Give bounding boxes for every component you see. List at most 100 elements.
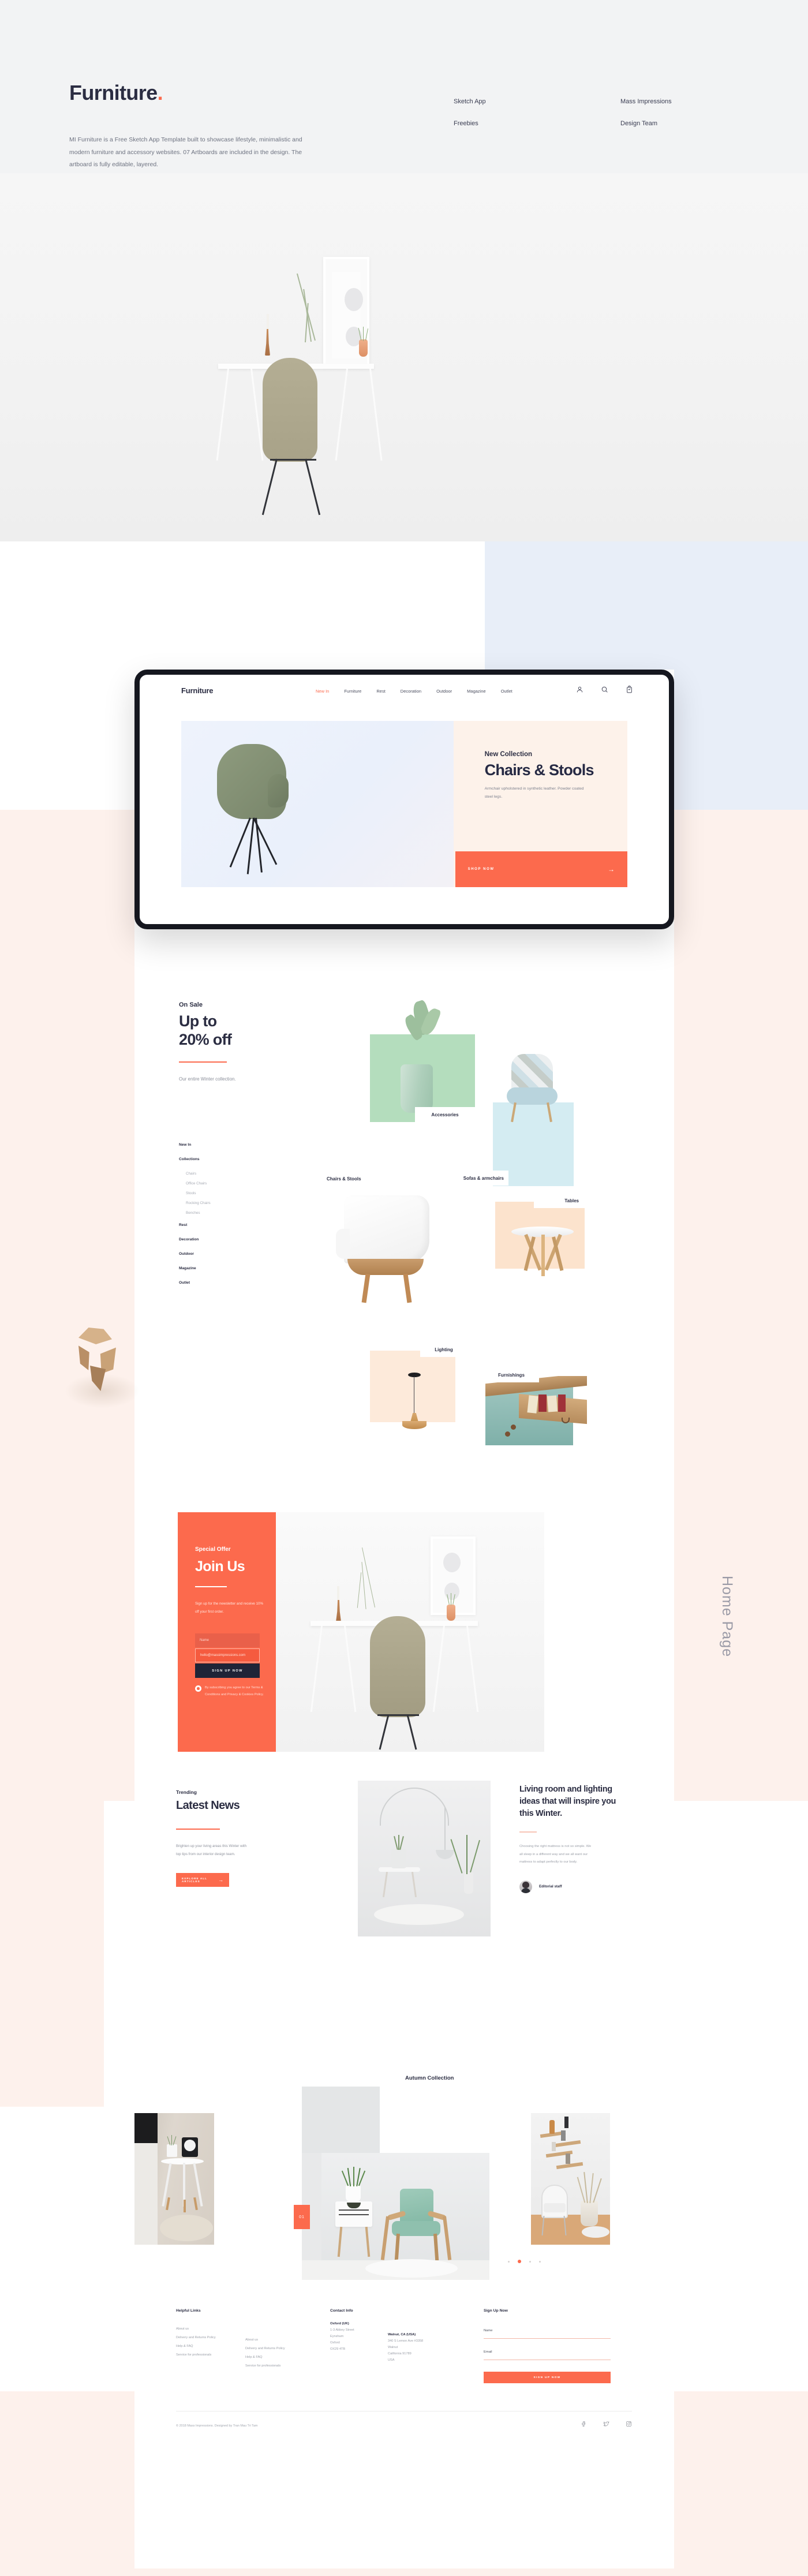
footer-link-help-faq[interactable]: Help & FAQ bbox=[176, 2345, 245, 2348]
terms-radio-checked[interactable] bbox=[195, 1685, 201, 1692]
join-description: Sign up for the newsletter and receive 1… bbox=[195, 1602, 263, 1614]
join-rule bbox=[195, 1586, 227, 1587]
facebook-icon[interactable] bbox=[581, 2420, 587, 2430]
footer-address2-line1: 340 S Lemon Ave #3358 bbox=[388, 2339, 424, 2343]
intro-link-design-team[interactable]: Design Team bbox=[620, 120, 657, 127]
latest-news-heading-block: Trending Latest News Brighten up your li… bbox=[176, 1789, 300, 1887]
hero-product-image bbox=[181, 721, 454, 887]
instagram-icon[interactable] bbox=[626, 2420, 632, 2430]
chairs-stools-tile-label[interactable]: Chairs & Stools bbox=[323, 1172, 386, 1186]
hero-eyebrow: New Collection bbox=[484, 751, 533, 758]
explore-articles-button[interactable]: EXPLORE ALL ARTICLES → bbox=[176, 1873, 229, 1887]
footer-social-icons bbox=[581, 2420, 632, 2430]
avatar bbox=[519, 1880, 532, 1893]
sofas-tile-label[interactable]: Sofas & armchairs bbox=[429, 1171, 508, 1186]
carousel-dot-3[interactable] bbox=[529, 2260, 531, 2263]
search-icon[interactable] bbox=[601, 686, 608, 696]
site-logo[interactable]: Furniture bbox=[181, 686, 213, 695]
footer-helpful-links-heading: Helpful Links bbox=[176, 2309, 201, 2313]
hero-banner: New Collection Chairs & Stools Armchair … bbox=[181, 721, 627, 887]
lighting-product-image bbox=[401, 1373, 428, 1442]
side-nav-decoration[interactable]: Decoration bbox=[179, 1237, 294, 1242]
brand-logo-dot: . bbox=[157, 81, 163, 104]
side-nav-magazine[interactable]: Magazine bbox=[179, 1266, 294, 1270]
arrow-right-icon: → bbox=[218, 1877, 223, 1883]
footer-link2-delivery[interactable]: Delivery and Returns Policy bbox=[245, 2347, 315, 2350]
footer-link2-professionals[interactable]: Service for professionals bbox=[245, 2364, 315, 2368]
news-article-title[interactable]: Living room and lighting ideas that will… bbox=[519, 1784, 623, 1820]
footer-address2-line4: USA bbox=[388, 2358, 395, 2362]
carousel-dot-1[interactable] bbox=[508, 2260, 510, 2263]
footer-link-professionals[interactable]: Service for professionals bbox=[176, 2353, 245, 2357]
lighting-tile-label[interactable]: Lighting bbox=[420, 1343, 467, 1357]
news-author-row: Editorial staff bbox=[519, 1880, 623, 1893]
brand-logo: Furniture. bbox=[69, 81, 163, 105]
footer-link-delivery[interactable]: Delivery and Returns Policy bbox=[176, 2336, 245, 2339]
chairs-stools-product-image bbox=[331, 1179, 434, 1304]
join-desk-photo bbox=[276, 1512, 544, 1752]
join-eyebrow: Special Offer bbox=[195, 1546, 231, 1553]
hero-title: Chairs & Stools bbox=[484, 761, 594, 779]
side-nav-outdoor[interactable]: Outdoor bbox=[179, 1252, 294, 1256]
join-name-input[interactable]: Name bbox=[195, 1633, 260, 1647]
footer-helpful-links-col2: About us Delivery and Returns Policy Hel… bbox=[245, 2324, 315, 2368]
account-icon[interactable] bbox=[576, 686, 583, 696]
footer-link2-help-faq[interactable]: Help & FAQ bbox=[245, 2356, 315, 2359]
footer-contact-heading: Contact Info bbox=[330, 2309, 353, 2313]
side-nav-collections[interactable]: Collections bbox=[179, 1157, 294, 1161]
news-article-rule bbox=[519, 1831, 537, 1833]
side-nav-stools[interactable]: Stools bbox=[186, 1191, 294, 1195]
join-signup-button[interactable]: SIGN UP NOW bbox=[195, 1663, 260, 1678]
accessories-tile-label[interactable]: Accessories bbox=[415, 1107, 475, 1123]
tables-tile-label[interactable]: Tables bbox=[534, 1194, 585, 1208]
join-email-input[interactable]: hello@massimpressions.com bbox=[195, 1648, 260, 1662]
nav-item-outdoor[interactable]: Outdoor bbox=[436, 689, 452, 694]
intro-link-mass-impressions[interactable]: Mass Impressions bbox=[620, 98, 672, 105]
footer-link-about-us[interactable]: About us bbox=[176, 2327, 245, 2331]
side-nav-rocking-chairs[interactable]: Rocking Chairs bbox=[186, 1201, 294, 1205]
footer-address1-line3: Oxford bbox=[330, 2341, 340, 2345]
footer-address2-line3: California 91789 bbox=[388, 2352, 412, 2356]
hero-subtitle: Armchair upholstered in synthetic leathe… bbox=[484, 787, 584, 799]
sale-title-line1: Up to bbox=[179, 1012, 217, 1030]
footer-link2-about-us[interactable]: About us bbox=[245, 2338, 315, 2342]
hero-desk-photo bbox=[0, 173, 808, 541]
nav-item-outlet[interactable]: Outlet bbox=[501, 689, 513, 694]
autumn-photo-left[interactable] bbox=[134, 2113, 214, 2245]
autumn-photo-center[interactable] bbox=[302, 2153, 489, 2280]
side-nav-rest[interactable]: Rest bbox=[179, 1223, 294, 1227]
side-nav-outlet[interactable]: Outlet bbox=[179, 1281, 294, 1285]
footer-address1-line2: Eynsham bbox=[330, 2335, 344, 2338]
nav-item-rest[interactable]: Rest bbox=[376, 689, 385, 694]
carousel-dot-4[interactable] bbox=[539, 2260, 541, 2263]
carousel-dot-2-active[interactable] bbox=[518, 2260, 521, 2263]
nav-item-decoration[interactable]: Decoration bbox=[401, 689, 421, 694]
nav-item-magazine[interactable]: Magazine bbox=[467, 689, 486, 694]
carousel-dots[interactable] bbox=[508, 2260, 541, 2263]
side-nav-new-in[interactable]: New In bbox=[179, 1143, 294, 1147]
shop-now-button[interactable]: SHOP NOW → bbox=[455, 851, 627, 887]
footer-address2-title: Walnut, CA (USA) bbox=[388, 2333, 416, 2336]
browser-mockup: Furniture New In Furniture Rest Decorati… bbox=[134, 670, 674, 929]
autumn-photo-right[interactable] bbox=[531, 2113, 610, 2245]
footer-name-input[interactable]: Name bbox=[484, 2329, 611, 2332]
cart-icon[interactable] bbox=[626, 685, 633, 696]
side-nav-office-chairs[interactable]: Office Chairs bbox=[186, 1182, 294, 1186]
side-nav-chairs[interactable]: Chairs bbox=[186, 1172, 294, 1176]
furnishings-tile-label[interactable]: Furnishings bbox=[484, 1368, 539, 1382]
sofa-product-image bbox=[502, 1054, 566, 1129]
footer-signup-button[interactable]: SIGN UP NOW bbox=[484, 2372, 611, 2383]
decorative-wood-object bbox=[70, 1328, 128, 1392]
sale-title: Up to 20% off bbox=[179, 1012, 323, 1049]
peach-left-accent bbox=[0, 1801, 104, 2107]
twitter-icon[interactable] bbox=[603, 2420, 609, 2430]
accent-rule bbox=[179, 1061, 227, 1063]
footer-email-input[interactable]: Email bbox=[484, 2350, 611, 2354]
intro-link-freebies[interactable]: Freebies bbox=[454, 120, 478, 127]
nav-item-furniture[interactable]: Furniture bbox=[344, 689, 361, 694]
hero-copy: New Collection Chairs & Stools Armchair … bbox=[485, 751, 629, 802]
footer-divider bbox=[176, 2411, 632, 2412]
intro-link-sketch-app[interactable]: Sketch App bbox=[454, 98, 486, 105]
side-nav-benches[interactable]: Benches bbox=[186, 1211, 294, 1215]
nav-item-new-in[interactable]: New In bbox=[316, 689, 329, 694]
